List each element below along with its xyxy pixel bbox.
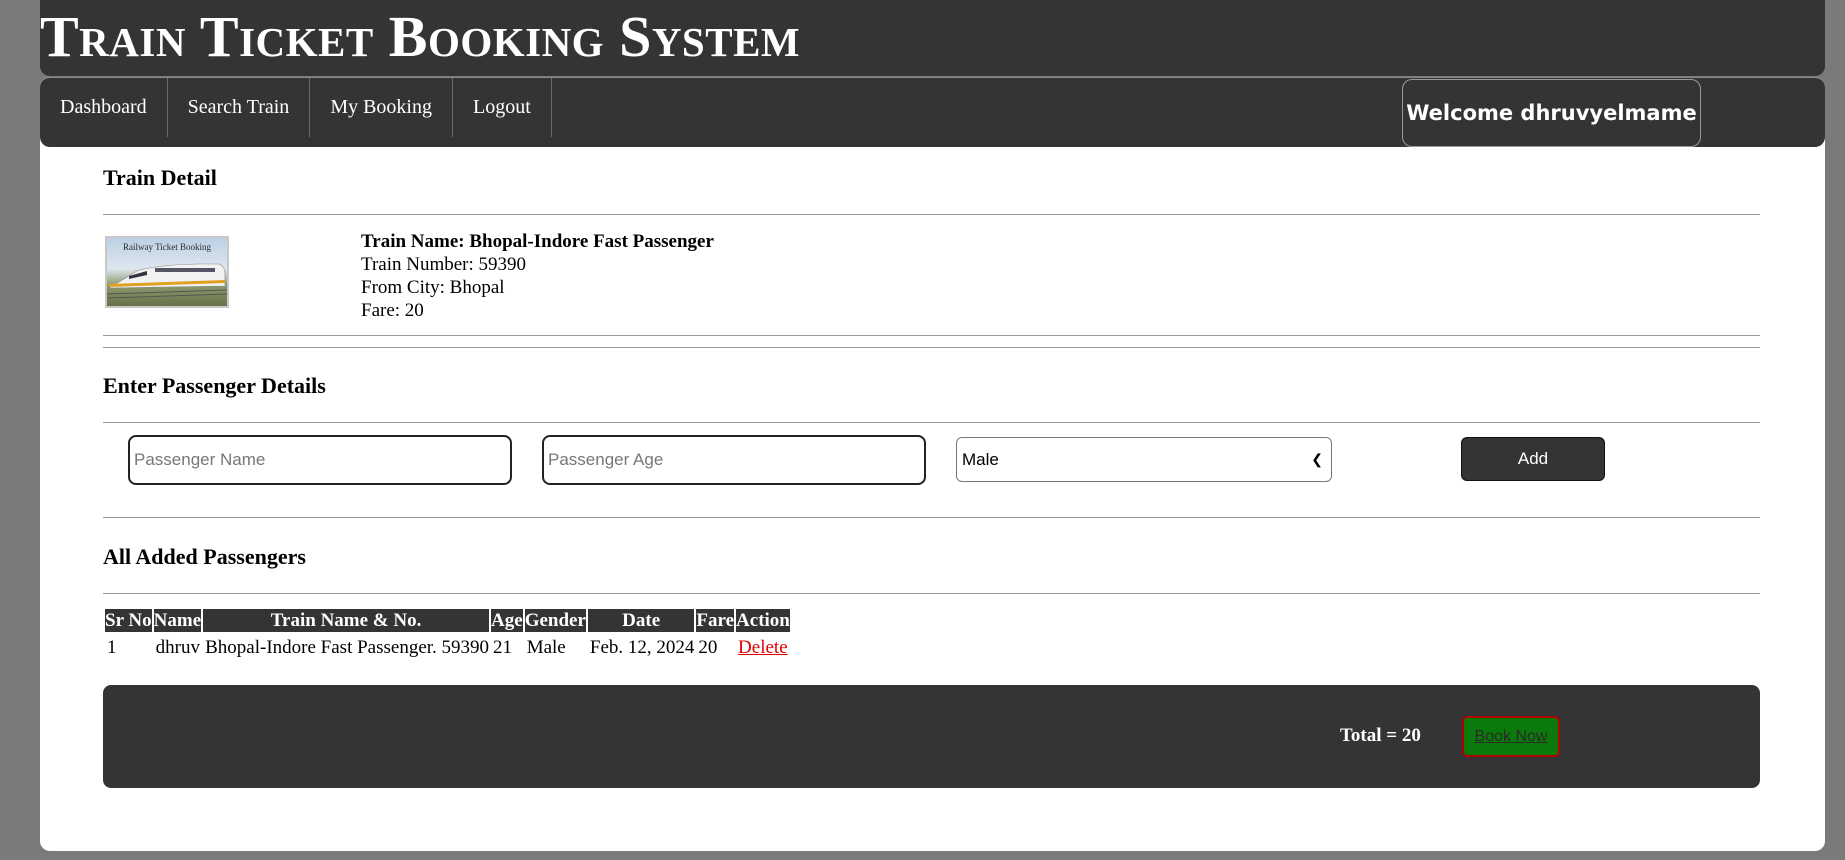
delete-link[interactable]: Delete (738, 637, 788, 658)
nav-list: Dashboard Search Train My Booking Logout (40, 78, 552, 137)
column-header: Train Name & No. (203, 609, 490, 632)
train-name: Train Name: Bhopal-Indore Fast Passenger (361, 231, 714, 252)
welcome-message: Welcome dhruvyelmame (1402, 79, 1701, 147)
book-now-button[interactable]: Book Now (1462, 716, 1560, 757)
column-header: Action (736, 609, 790, 632)
divider (103, 347, 1760, 348)
site-title: Train Ticket Booking System (40, 4, 801, 69)
column-header: Sr No (105, 609, 152, 632)
gender-select[interactable]: Male ❮ (956, 437, 1332, 482)
column-header: Date (587, 609, 695, 632)
cell-fare: 20 (698, 637, 718, 658)
column-header: Name (153, 609, 202, 632)
passengers-table: Sr No Name Train Name & No. Age Gender D… (103, 607, 792, 663)
from-city: From City: Bhopal (361, 277, 505, 298)
train-number: Train Number: 59390 (361, 254, 527, 275)
column-header: Fare (696, 609, 735, 632)
nav-item-my-booking[interactable]: My Booking (310, 78, 453, 137)
table-header-row: Sr No Name Train Name & No. Age Gender D… (105, 609, 790, 632)
chevron-down-icon: ❮ (1311, 451, 1323, 467)
gender-selected-value: Male (962, 450, 999, 469)
divider (103, 517, 1760, 518)
booking-footer: Total = 20 Book Now (103, 685, 1760, 788)
cell-date: Feb. 12, 2024 (589, 637, 695, 658)
cell-age: 21 (493, 637, 513, 658)
divider (103, 593, 1760, 594)
nav-item-logout[interactable]: Logout (453, 78, 552, 137)
content-card: Dashboard Search Train My Booking Logout… (40, 77, 1825, 851)
site-header: Train Ticket Booking System (40, 0, 1825, 76)
train-detail-heading: Train Detail (103, 165, 217, 190)
passenger-details-heading: Enter Passenger Details (103, 373, 326, 398)
add-passenger-button[interactable]: Add (1461, 437, 1605, 481)
cell-sr-no: 1 (107, 637, 117, 658)
table-row: 1 dhruv Bhopal-Indore Fast Passenger. 59… (105, 634, 790, 661)
divider (103, 335, 1760, 336)
cell-gender: Male (526, 637, 566, 658)
nav-bar: Dashboard Search Train My Booking Logout… (40, 77, 1825, 147)
total-amount: Total = 20 (1340, 725, 1421, 746)
nav-item-search-train[interactable]: Search Train (168, 78, 311, 137)
cell-action: Delete (736, 634, 790, 661)
train-illustration (107, 263, 227, 299)
passenger-age-input[interactable]: Passenger Age (542, 435, 926, 485)
cell-train: Bhopal-Indore Fast Passenger. 59390 (205, 637, 490, 658)
nav-item-dashboard[interactable]: Dashboard (40, 78, 168, 137)
train-image: Railway Ticket Booking (105, 236, 229, 308)
divider (103, 214, 1760, 215)
passenger-name-input[interactable]: Passenger Name (128, 435, 512, 485)
divider (103, 422, 1760, 423)
column-header: Gender (524, 609, 586, 632)
column-header: Age (491, 609, 523, 632)
cell-name: dhruv (155, 637, 200, 658)
train-fare: Fare: 20 (361, 300, 424, 321)
train-details: Train Name: Bhopal-Indore Fast Passenger… (361, 230, 714, 322)
added-passengers-heading: All Added Passengers (103, 544, 306, 569)
